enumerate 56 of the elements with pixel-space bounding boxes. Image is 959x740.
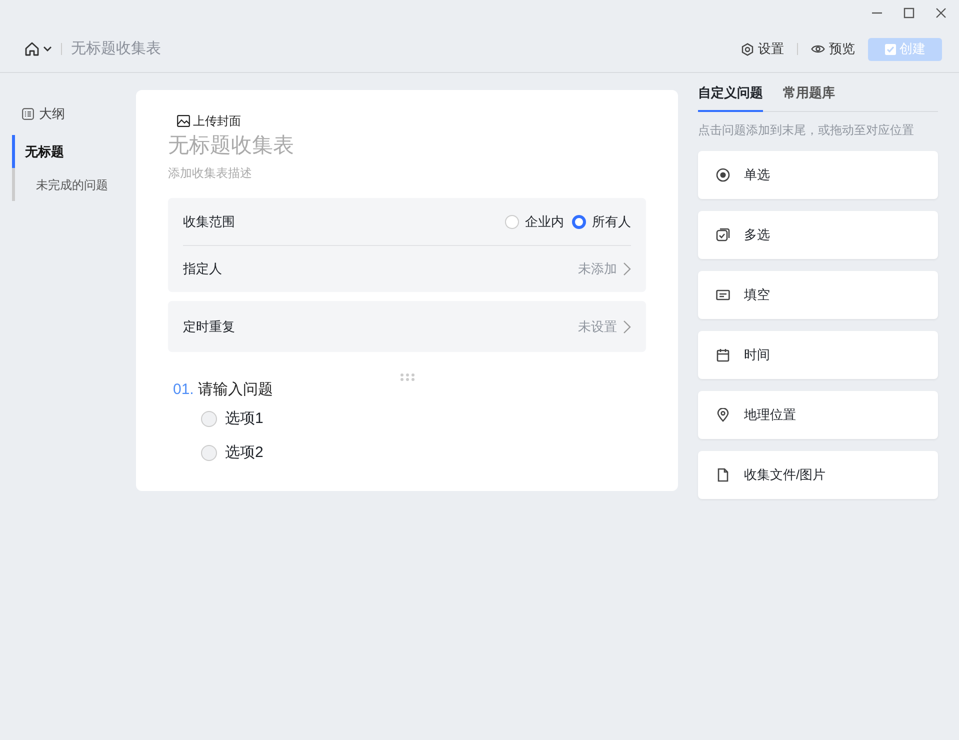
settings-icon bbox=[741, 42, 754, 56]
eye-icon bbox=[811, 44, 825, 54]
preview-button[interactable]: 预览 bbox=[811, 39, 855, 59]
question-type-card[interactable]: 多选 bbox=[698, 210, 938, 258]
home-icon[interactable] bbox=[24, 41, 40, 57]
row-value: 未设置 bbox=[578, 318, 617, 336]
question-type-label: 填空 bbox=[744, 286, 770, 304]
form-description-field[interactable]: 添加收集表描述 bbox=[168, 163, 646, 183]
chevron-right-icon bbox=[623, 320, 631, 334]
chevron-right-icon bbox=[623, 262, 631, 276]
radio-button[interactable] bbox=[572, 214, 586, 228]
question-type-card[interactable]: 填空 bbox=[698, 270, 938, 318]
question-type-card[interactable]: 时间 bbox=[698, 330, 938, 378]
question-type-label: 收集文件/图片 bbox=[744, 466, 826, 484]
outline-heading: 大纲 bbox=[39, 105, 65, 124]
checkbox-stack-icon bbox=[716, 228, 730, 242]
row-label: 定时重复 bbox=[183, 318, 235, 336]
question-type-label: 多选 bbox=[744, 226, 770, 244]
scope-label: 收集范围 bbox=[183, 212, 235, 231]
question-type-label: 时间 bbox=[744, 346, 770, 364]
question-type-card[interactable]: 收集文件/图片 bbox=[698, 450, 938, 498]
settings-button[interactable]: 设置 bbox=[741, 39, 784, 59]
radio-button[interactable] bbox=[201, 445, 217, 462]
option-label[interactable]: 选项2 bbox=[225, 442, 264, 464]
drag-handle-icon[interactable] bbox=[400, 373, 414, 381]
maximize-icon[interactable] bbox=[903, 7, 915, 19]
radio-button[interactable] bbox=[505, 214, 519, 228]
list-icon bbox=[22, 108, 34, 120]
image-icon[interactable] bbox=[177, 115, 190, 127]
question-type-card[interactable]: 单选 bbox=[698, 150, 938, 198]
hint-text: 点击问题添加到末尾，或拖动至对应位置 bbox=[698, 122, 915, 138]
radio-icon bbox=[716, 168, 730, 182]
upload-cover-link[interactable]: 上传封面 bbox=[193, 112, 241, 130]
radio-label: 所有人 bbox=[592, 212, 631, 231]
tab[interactable]: 常用题库 bbox=[783, 83, 835, 112]
question-type-label: 单选 bbox=[744, 166, 770, 184]
tab[interactable]: 自定义问题 bbox=[698, 83, 763, 112]
assignee-row[interactable]: 指定人 未添加 bbox=[183, 246, 631, 292]
form-title-field[interactable]: 无标题收集表 bbox=[168, 131, 646, 161]
row-label: 指定人 bbox=[183, 260, 222, 278]
question-type-label: 地理位置 bbox=[744, 406, 796, 424]
text-field-icon bbox=[716, 288, 730, 302]
file-icon bbox=[716, 468, 730, 482]
checkbox-icon bbox=[884, 44, 896, 54]
map-pin-icon bbox=[716, 408, 730, 422]
close-icon[interactable] bbox=[935, 7, 947, 19]
calendar-icon bbox=[716, 348, 730, 362]
radio-label: 企业内 bbox=[525, 212, 564, 231]
option-label[interactable]: 选项1 bbox=[225, 408, 264, 430]
question-type-card[interactable]: 地理位置 bbox=[698, 390, 938, 438]
question-number: 01. bbox=[173, 380, 194, 400]
radio-button[interactable] bbox=[201, 410, 217, 427]
repeat-row[interactable]: 定时重复 未设置 bbox=[168, 301, 646, 352]
chevron-down-icon[interactable] bbox=[43, 46, 52, 52]
row-value: 未添加 bbox=[578, 260, 617, 278]
question-field[interactable]: 请输入问题 bbox=[198, 379, 498, 402]
